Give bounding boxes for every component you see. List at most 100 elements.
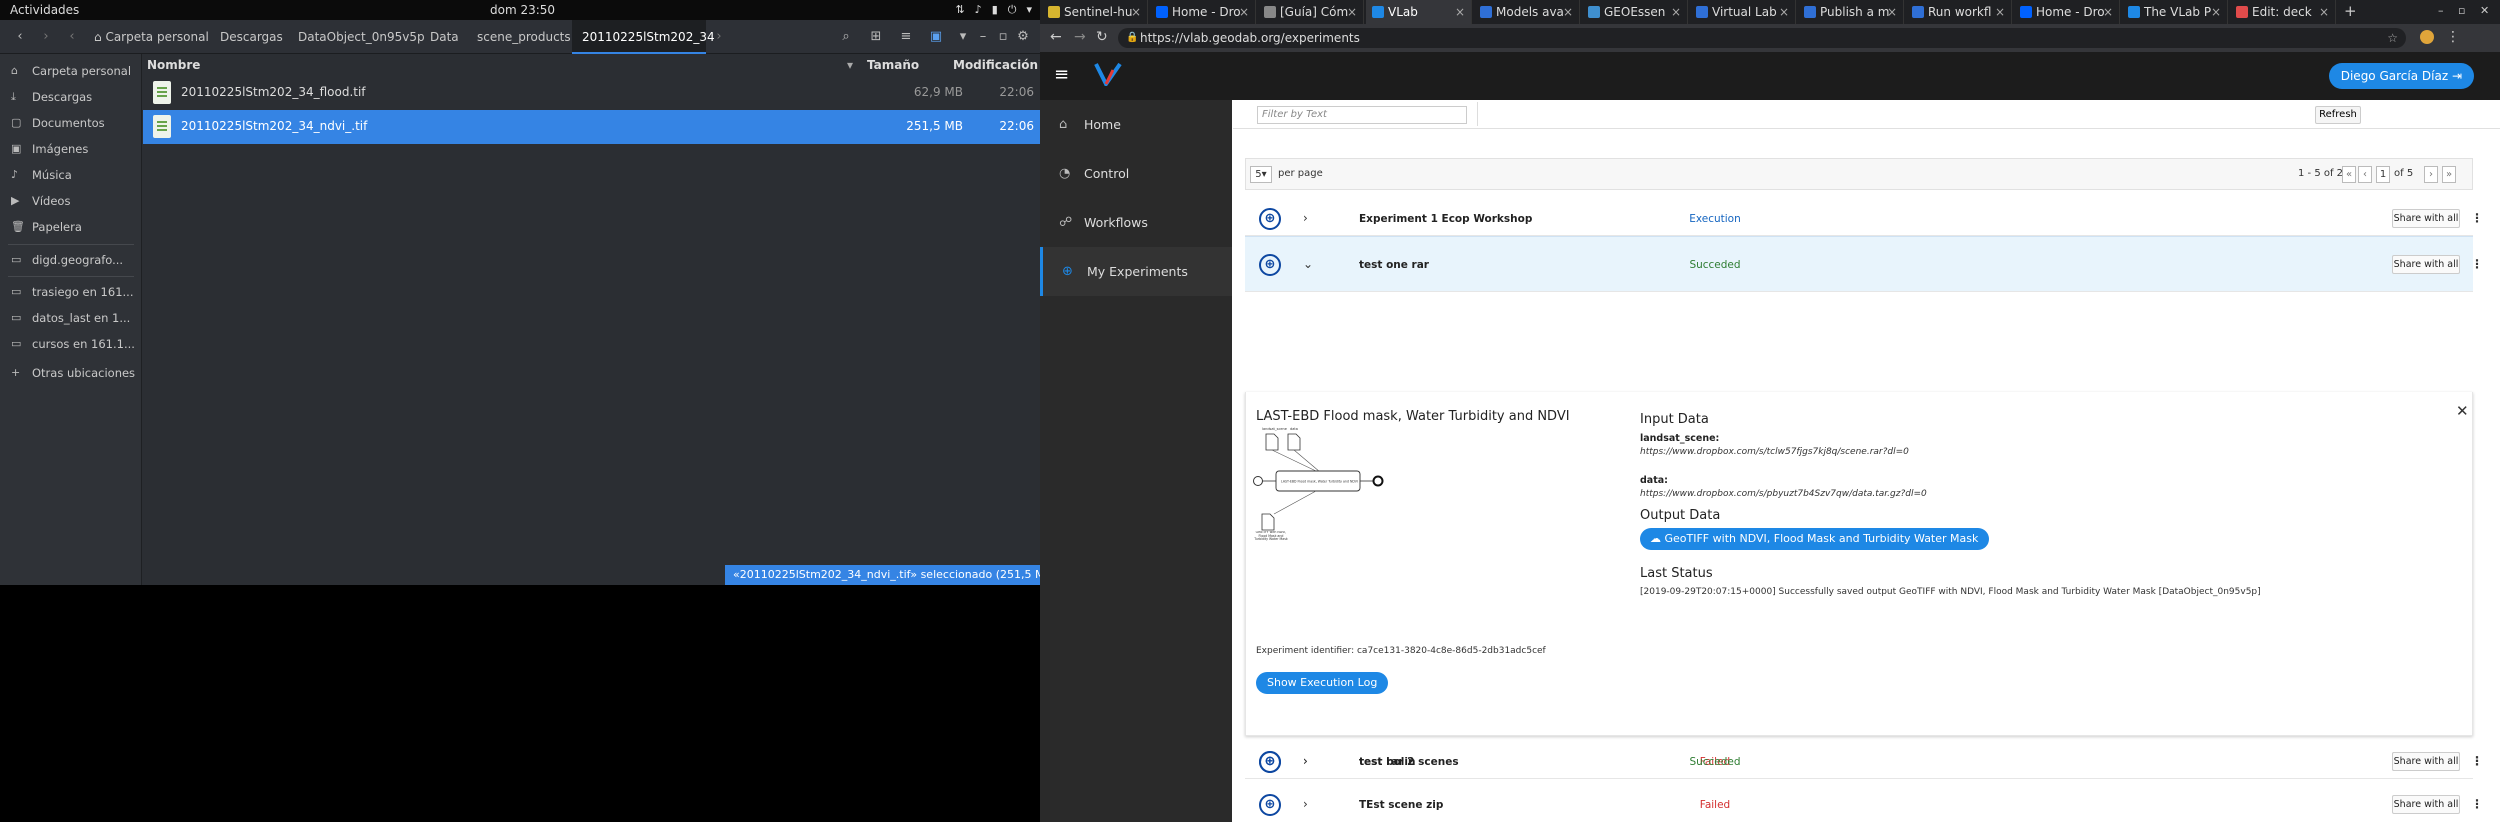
close-icon[interactable]: ✕	[2480, 4, 2489, 17]
close-tab-icon[interactable]: ×	[1239, 0, 1249, 24]
scroll-left-icon[interactable]: ‹	[64, 28, 80, 46]
input-data-url[interactable]: https://www.dropbox.com/s/pbyuzt7b4Szv7q…	[1640, 489, 1927, 499]
download-output-button[interactable]: ☁ GeoTIFF with NDVI, Flood Mask and Turb…	[1640, 528, 1990, 550]
nav-home[interactable]: ⌂ Home	[1040, 100, 1232, 149]
menu-icon[interactable]: ≡	[896, 28, 916, 46]
sidebar-item-trash[interactable]: 🗑 Papelera	[0, 214, 142, 240]
column-header-modified[interactable]: Modificación	[953, 54, 1038, 76]
browser-tab[interactable]: Virtual Lab ×	[1690, 0, 1796, 24]
minimize-icon[interactable]: –	[2438, 4, 2444, 17]
close-tab-icon[interactable]: ×	[2211, 0, 2221, 24]
input-landsat-url[interactable]: https://www.dropbox.com/s/tclw57fjgs7kj8…	[1640, 447, 1909, 457]
filter-input[interactable]: Filter by Text	[1257, 106, 1467, 124]
more-options-icon[interactable]: ⋮	[2471, 754, 2483, 768]
vlab-logo-icon[interactable]	[1094, 62, 1122, 86]
expand-chevron-icon[interactable]: ›	[1303, 211, 1308, 225]
close-tab-icon[interactable]: ×	[1563, 0, 1573, 24]
breadcrumb-home[interactable]: ⌂ Carpeta personal	[84, 20, 219, 54]
forward-icon[interactable]: →	[1074, 29, 1086, 45]
extension-icon[interactable]	[2420, 30, 2434, 44]
column-header-name[interactable]: Nombre	[147, 54, 200, 76]
close-tab-icon[interactable]: ×	[2319, 0, 2329, 24]
close-tab-icon[interactable]: ×	[1347, 0, 1357, 24]
browser-tab[interactable]: Models ava ×	[1474, 0, 1580, 24]
last-page-icon[interactable]: »	[2442, 166, 2456, 183]
window-menu-icon[interactable]: ▾	[956, 28, 970, 46]
close-icon[interactable]: ✕	[2456, 402, 2469, 420]
browser-tab[interactable]: Edit: deck ×	[2230, 0, 2336, 24]
close-tab-icon[interactable]: ×	[2103, 0, 2113, 24]
settings-icon[interactable]: ⚙	[1016, 28, 1030, 46]
page-input[interactable]: 1	[2376, 166, 2390, 183]
file-row[interactable]: 20110225lStm202_34_flood.tif 62,9 MB 22:…	[143, 76, 1040, 110]
menu-dots-icon[interactable]: ⋮	[2446, 29, 2460, 45]
close-tab-icon[interactable]: ×	[1887, 0, 1897, 24]
close-tab-icon[interactable]: ×	[1779, 0, 1789, 24]
browser-tab[interactable]: Run workfl ×	[1906, 0, 2012, 24]
more-options-icon[interactable]: ⋮	[2471, 797, 2483, 811]
grid-view-icon[interactable]: ⊞	[866, 28, 886, 46]
nav-workflows[interactable]: ☍ Workflows	[1040, 198, 1232, 247]
nav-control[interactable]: ◔ Control	[1040, 149, 1232, 198]
activities-button[interactable]: Actividades	[10, 3, 79, 17]
bookmark-icon[interactable]: ▣	[926, 28, 946, 46]
close-tab-icon[interactable]: ×	[1455, 0, 1465, 24]
maximize-icon[interactable]: ▫	[996, 28, 1010, 46]
sidebar-item-cursos[interactable]: ▭ cursos en 161.1...	[0, 331, 142, 357]
nav-my-experiments[interactable]: ⊕ My Experiments	[1040, 247, 1232, 296]
column-header-size[interactable]: Tamaño	[867, 54, 919, 76]
scroll-right-icon[interactable]: ›	[712, 28, 726, 46]
browser-tab[interactable]: [Guía] Cóm ×	[1258, 0, 1364, 24]
browser-tab[interactable]: The VLab P ×	[2122, 0, 2228, 24]
system-tray[interactable]: ⇅ ♪ ▮ ⏻ ▾	[955, 3, 1032, 17]
per-page-select[interactable]: 5▾	[1250, 166, 1272, 183]
new-tab-icon[interactable]: +	[2344, 2, 2357, 20]
sidebar-item-documents[interactable]: ▢ Documentos	[0, 110, 142, 136]
share-button[interactable]: Share with all	[2392, 752, 2460, 771]
user-logout-button[interactable]: Diego García Díaz ⇥	[2328, 63, 2474, 89]
maximize-icon[interactable]: ▫	[2458, 4, 2465, 17]
browser-tab[interactable]: VLab ×	[1366, 0, 1472, 24]
clock[interactable]: dom 23:50	[490, 3, 555, 17]
reload-icon[interactable]: ↻	[1096, 29, 1108, 45]
sidebar-item-downloads[interactable]: ⤓ Descargas	[0, 84, 142, 110]
hamburger-menu-icon[interactable]: ≡	[1054, 64, 1069, 85]
sidebar-item-pictures[interactable]: ▣ Imágenes	[0, 136, 142, 162]
browser-tab[interactable]: Publish a m ×	[1798, 0, 1904, 24]
expand-chevron-icon[interactable]: ›	[1303, 797, 1308, 811]
experiment-row[interactable]: ⊕ › Experiment 1 Ecop Workshop Execution…	[1245, 202, 2483, 236]
sort-descending-icon[interactable]: ▾	[847, 54, 853, 76]
browser-tab[interactable]: Home - Dro ×	[2014, 0, 2120, 24]
sidebar-item-music[interactable]: ♪ Música	[0, 162, 142, 188]
first-page-icon[interactable]: «	[2342, 166, 2356, 183]
browser-tab[interactable]: Home - Dro ×	[1150, 0, 1256, 24]
sidebar-item-videos[interactable]: ▶ Vídeos	[0, 188, 142, 214]
breadcrumb-scene-products[interactable]: scene_products	[467, 20, 581, 54]
close-tab-icon[interactable]: ×	[1995, 0, 2005, 24]
sidebar-item-network-share[interactable]: ▭ digd.geografo...	[0, 247, 142, 273]
close-tab-icon[interactable]: ×	[1131, 0, 1141, 24]
breadcrumb-descargas[interactable]: Descargas	[210, 20, 293, 54]
browser-tab[interactable]: GEOEssen ×	[1582, 0, 1688, 24]
more-options-icon[interactable]: ⋮	[2471, 257, 2483, 271]
show-execution-log-button[interactable]: Show Execution Log	[1256, 672, 1389, 694]
sidebar-item-trasiego[interactable]: ▭ trasiego en 161...	[0, 279, 142, 305]
prev-page-icon[interactable]: ‹	[2358, 166, 2372, 183]
more-options-icon[interactable]: ⋮	[2471, 211, 2483, 225]
back-icon[interactable]: ‹	[12, 28, 28, 46]
share-button[interactable]: Share with all	[2392, 209, 2460, 228]
sidebar-item-home[interactable]: ⌂ Carpeta personal	[0, 58, 142, 84]
share-button[interactable]: Share with all	[2392, 795, 2460, 814]
file-row-selected[interactable]: 20110225lStm202_34_ndvi_.tif 251,5 MB 22…	[143, 110, 1040, 144]
share-button[interactable]: Share with all	[2392, 255, 2460, 274]
sidebar-item-datos-last[interactable]: ▭ datos_last en 1...	[0, 305, 142, 331]
sidebar-item-other-locations[interactable]: + Otras ubicaciones	[0, 360, 142, 386]
breadcrumb-data[interactable]: Data	[420, 20, 469, 54]
forward-icon[interactable]: ›	[38, 28, 54, 46]
star-icon[interactable]: ☆	[2387, 28, 2398, 48]
back-icon[interactable]: ←	[1050, 29, 1062, 45]
expand-chevron-icon[interactable]: ›	[1303, 754, 1308, 768]
search-icon[interactable]: ⌕	[836, 28, 856, 46]
next-page-icon[interactable]: ›	[2424, 166, 2438, 183]
minimize-icon[interactable]: –	[976, 28, 990, 46]
